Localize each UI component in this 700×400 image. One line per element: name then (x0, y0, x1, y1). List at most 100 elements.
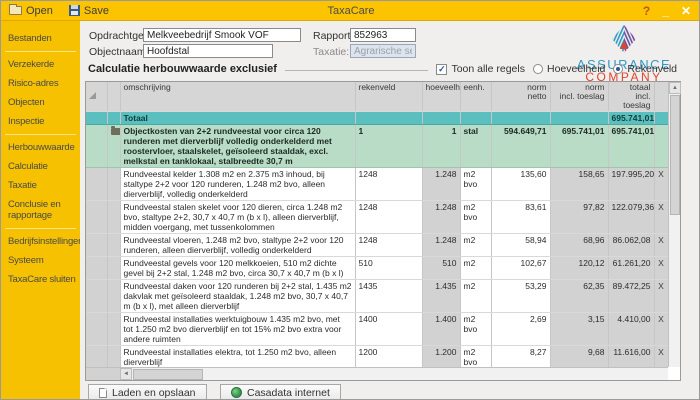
cell-oms: Objectkosten van 2+2 rundveestal voor ci… (120, 125, 355, 168)
cell-exp (86, 234, 107, 257)
cell-x[interactable]: X (654, 257, 668, 280)
cell-oms: Rundveestal installaties elektra, tot 1.… (120, 346, 355, 368)
cell-hvh: 1.248 (422, 234, 460, 257)
hoeveelheid-radio[interactable] (533, 64, 543, 74)
rekenveld-radio-control[interactable]: Rekenveld (613, 63, 677, 75)
header-eenh[interactable]: eenh. (460, 82, 491, 112)
cell-x[interactable]: X (654, 313, 668, 346)
horizontal-scrollbar-thumb[interactable] (133, 369, 203, 380)
cell-ni: 695.741,01 (550, 125, 608, 168)
cell-tt: 122.079,36 (608, 201, 654, 234)
cell-ico (107, 257, 120, 280)
sidebar-divider (5, 134, 76, 135)
toon-alle-regels-checkbox[interactable] (436, 64, 447, 75)
sidebar-item-bestanden[interactable]: Bestanden (1, 29, 80, 48)
cell-ni: 9,68 (550, 346, 608, 368)
hoeveelheid-radio-control[interactable]: Hoeveelheid (533, 63, 605, 75)
rapportnr-input[interactable] (350, 28, 416, 42)
header-norm-netto[interactable]: norm netto (491, 82, 550, 112)
cell-x[interactable]: X (654, 168, 668, 201)
cell-exp (86, 112, 107, 125)
title-bar: Open Save TaxaCare ? _ ✕ (1, 1, 700, 21)
section-title: Calculatie herbouwwaarde exclusief (88, 63, 277, 75)
table-row[interactable]: Rundveestal installaties elektra, tot 1.… (86, 346, 668, 368)
close-button[interactable]: ✕ (681, 4, 691, 18)
casadata-internet-button[interactable]: Casadata internet (220, 384, 341, 400)
cell-een: m2 (460, 280, 491, 313)
minimize-button[interactable]: _ (662, 4, 669, 18)
sidebar-item-herbouwwaarde[interactable]: Herbouwwaarde (1, 138, 80, 157)
cell-x[interactable]: X (654, 346, 668, 368)
cell-hvh: 510 (422, 257, 460, 280)
header-hoeveelheid[interactable]: hoeveelheid (422, 82, 460, 112)
cell-hvh: 1.248 (422, 201, 460, 234)
laden-en-opslaan-button[interactable]: Laden en opslaan (88, 384, 207, 400)
cell-nn: 53,29 (491, 280, 550, 313)
cell-x (654, 112, 668, 125)
sidebar-item-calculatie[interactable]: Calculatie (1, 157, 80, 176)
cell-x[interactable]: X (654, 234, 668, 257)
taxatie-select[interactable] (350, 44, 416, 58)
cell-nn: 8,27 (491, 346, 550, 368)
cell-een: m2 bvo (460, 346, 491, 368)
table-row[interactable]: Objectkosten van 2+2 rundveestal voor ci… (86, 125, 668, 168)
cell-nn: 2,69 (491, 313, 550, 346)
cell-tt: 695.741,01 (608, 125, 654, 168)
save-floppy-icon (69, 5, 80, 16)
sidebar-item-bedrijfsinstellingen[interactable]: Bedrijfsinstellingen (1, 232, 80, 251)
cell-ni: 3,15 (550, 313, 608, 346)
section-divider-line (285, 70, 429, 71)
header-norm-incl-toeslag[interactable]: norm incl. toeslag (550, 82, 608, 112)
sidebar-item-taxacare-sluiten[interactable]: TaxaCare sluiten (1, 270, 80, 289)
table-row[interactable]: Rundveestal kelder 1.308 m2 en 2.375 m3 … (86, 168, 668, 201)
table-row[interactable]: Rundveestal stalen skelet voor 120 diere… (86, 201, 668, 234)
table-row[interactable]: Rundveestal daken voor 120 runderen bij … (86, 280, 668, 313)
vertical-scrollbar[interactable]: ▲ (668, 82, 680, 367)
sidebar-item-inspectie[interactable]: Inspectie (1, 112, 80, 131)
header-rekenveld[interactable]: rekenveld (355, 82, 422, 112)
sidebar-item-conclusie-en-rapportage[interactable]: Conclusie en rapportage (1, 195, 80, 225)
help-button[interactable]: ? (643, 4, 650, 18)
open-button[interactable]: Open (1, 1, 61, 20)
cell-x[interactable]: X (654, 201, 668, 234)
header-totaal-incl-toeslag[interactable]: totaal incl. toeslag (608, 82, 654, 112)
cell-tt: 4.410,00 (608, 313, 654, 346)
table-row[interactable]: Rundveestal installaties werktuigbouw 1.… (86, 313, 668, 346)
cell-ico (107, 112, 120, 125)
scroll-up-arrow-icon[interactable]: ▲ (669, 82, 681, 94)
cell-tt: 197.995,20 (608, 168, 654, 201)
table-row[interactable]: Totaal695.741,01 (86, 112, 668, 125)
calculation-table-scroll-area: omschrijving rekenveld hoeveelheid eenh.… (86, 82, 668, 367)
open-folder-icon (9, 6, 22, 15)
sidebar-item-systeem[interactable]: Systeem (1, 251, 80, 270)
opdrachtgever-input[interactable] (143, 28, 301, 42)
header-omschrijving[interactable]: omschrijving (120, 82, 355, 112)
cell-oms: Rundveestal daken voor 120 runderen bij … (120, 280, 355, 313)
cell-een: m2 bvo (460, 168, 491, 201)
sidebar-item-taxatie[interactable]: Taxatie (1, 176, 80, 195)
table-row[interactable]: Rundveestal gevels voor 120 melkkoeien, … (86, 257, 668, 280)
cell-hvh: 1.435 (422, 280, 460, 313)
laden-en-opslaan-label: Laden en opslaan (112, 387, 196, 399)
horizontal-scrollbar[interactable]: ◄ (120, 367, 668, 380)
select-all-header-cell[interactable] (86, 82, 107, 112)
sidebar-divider (5, 228, 76, 229)
objectnaam-input[interactable] (143, 44, 273, 58)
vertical-scrollbar-thumb[interactable] (670, 95, 680, 215)
cell-ico (107, 168, 120, 201)
cell-oms: Rundveestal gevels voor 120 melkkoeien, … (120, 257, 355, 280)
scroll-left-arrow-icon[interactable]: ◄ (120, 368, 132, 380)
cell-tt: 89.472,25 (608, 280, 654, 313)
sidebar-item-objecten[interactable]: Objecten (1, 93, 80, 112)
sidebar-item-risico-adres[interactable]: Risico-adres (1, 74, 80, 93)
rapportnr-label: Rapportnr: (313, 30, 346, 42)
cell-exp (86, 257, 107, 280)
cell-x[interactable]: X (654, 280, 668, 313)
cell-nn: 58,94 (491, 234, 550, 257)
sidebar-item-verzekerde[interactable]: Verzekerde (1, 55, 80, 74)
toon-alle-regels-control[interactable]: Toon alle regels (436, 63, 525, 75)
save-button[interactable]: Save (61, 1, 117, 20)
document-icon (99, 388, 107, 398)
table-row[interactable]: Rundveestal vloeren, 1.248 m2 bvo, stalt… (86, 234, 668, 257)
rekenveld-radio[interactable] (613, 64, 623, 74)
